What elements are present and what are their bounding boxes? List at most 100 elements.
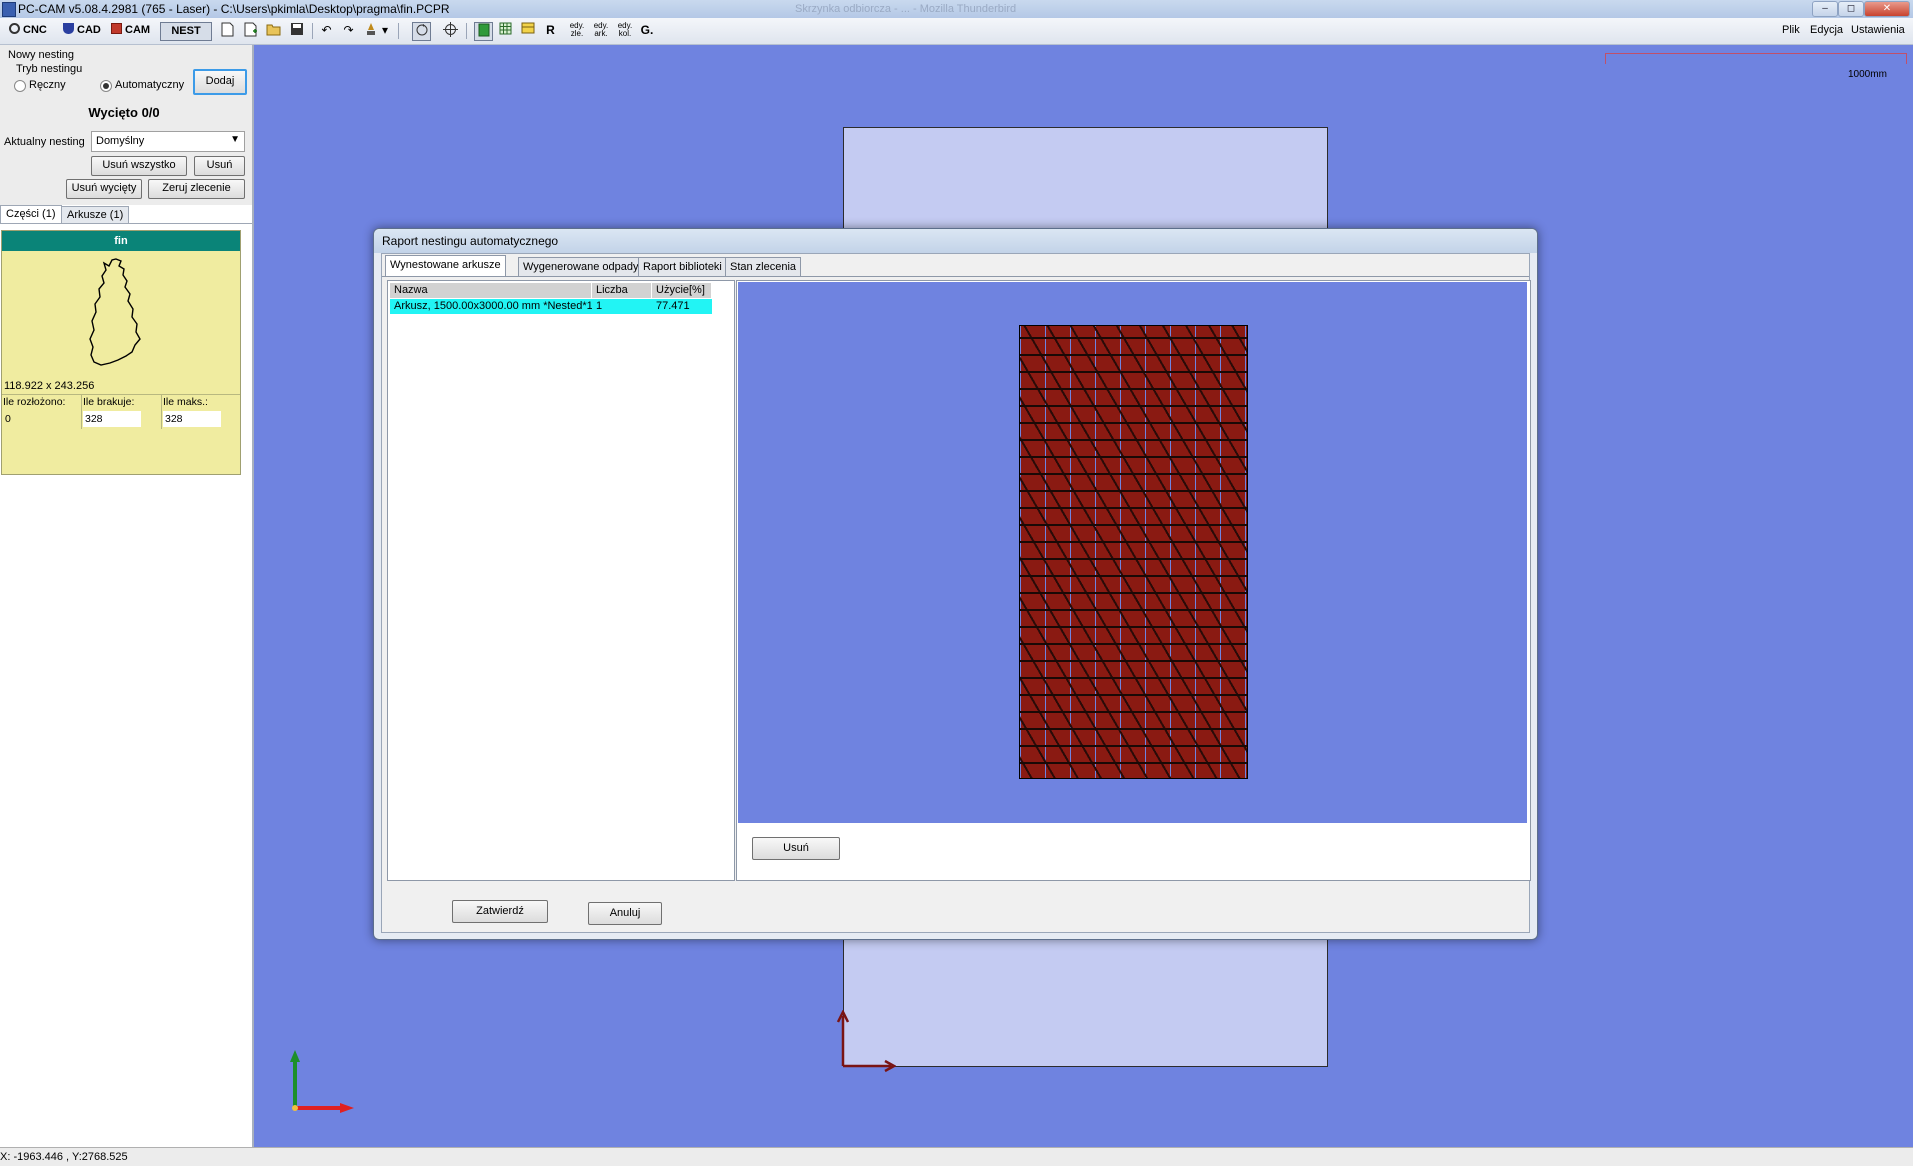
edit-sheets-button[interactable]: edy. ark. (590, 22, 612, 39)
table-row-copies[interactable]: 1 (592, 299, 652, 314)
sheet-icon[interactable] (519, 22, 536, 39)
cursor-coordinates: X: -1963.446 , Y:2768.525 (0, 1151, 128, 1163)
table-row-name[interactable]: Arkusz, 1500.00x3000.00 mm *Nested*1 (390, 299, 592, 314)
current-nesting-label: Aktualny nesting (4, 136, 85, 148)
dialog-title: Raport nestingu automatycznego (382, 234, 559, 248)
automatic-radio-label: Automatyczny (115, 79, 185, 91)
mode-cnc-button[interactable]: CNC (6, 22, 50, 39)
menu-settings[interactable]: Ustawienia (1851, 24, 1905, 36)
part-card[interactable]: fin 118.922 x 243.256 Ile rozłożono: 0 I… (1, 230, 241, 475)
toolbar-separator (466, 23, 467, 39)
new-file-icon[interactable] (219, 22, 236, 39)
scale-label: 1000mm (1848, 69, 1887, 80)
placed-count: Ile rozłożono: 0 (2, 395, 82, 429)
save-icon[interactable] (288, 22, 305, 39)
remove-sheet-button[interactable]: Usuń (752, 837, 840, 860)
g-toggle[interactable]: G. (637, 22, 657, 39)
maximize-button[interactable]: ◻ (1838, 1, 1864, 17)
tab-divider (0, 223, 252, 224)
manual-radio-label: Ręczny (29, 79, 66, 91)
column-header-name[interactable]: Nazwa (390, 283, 592, 298)
chevron-down-icon[interactable]: ▾ (380, 22, 390, 39)
tool-icon[interactable] (362, 22, 379, 39)
tab-sheets[interactable]: Arkusze (1) (61, 206, 130, 224)
tab-parts[interactable]: Części (1) (0, 205, 62, 224)
missing-count-label: Ile brakuje: (83, 396, 135, 408)
redo-icon[interactable]: ↷ (340, 22, 357, 39)
menu-file[interactable]: Plik (1782, 24, 1800, 36)
dialog-body: Wynestowane arkusze Wygenerowane odpady … (381, 253, 1531, 933)
nesting-controls: Nowy nesting Tryb nestingu Ręczny Automa… (0, 45, 252, 205)
cancel-button[interactable]: Anuluj (588, 902, 662, 925)
new-nesting-title: Nowy nesting (8, 49, 75, 61)
mode-cam-button[interactable]: CAM (108, 22, 153, 39)
remove-nesting-button[interactable]: Usuń (194, 156, 245, 176)
tab-divider (382, 276, 1529, 277)
remove-cut-button[interactable]: Usuń wycięty (66, 179, 142, 199)
scale-bar (1605, 53, 1907, 64)
tab-library-report[interactable]: Raport biblioteki (638, 257, 727, 276)
nesting-mode-label: Tryb nestingu (16, 63, 83, 75)
status-bar: X: -1963.446 , Y:2768.525 (0, 1147, 1913, 1166)
max-count-label: Ile maks.: (163, 396, 208, 408)
background-window-title: Skrzynka odbiorcza - ... - Mozilla Thund… (795, 3, 1017, 15)
sheet-preview-canvas (738, 282, 1527, 823)
automatic-radio[interactable] (100, 80, 112, 92)
cnc-icon (9, 23, 20, 34)
r-toggle[interactable]: R (542, 22, 559, 39)
rotate-view-icon[interactable] (412, 22, 431, 41)
main-toolbar: CNC CAD CAM NEST ↶ ↷ ▾ R edy. zle. edy. … (0, 18, 1913, 45)
nesting-report-dialog: Raport nestingu automatycznego Wynestowa… (373, 228, 1538, 940)
mode-nest-button[interactable]: NEST (160, 22, 212, 41)
minimize-button[interactable]: – (1812, 1, 1838, 17)
missing-count-field[interactable]: 328 (83, 411, 141, 427)
edit-collisions-button[interactable]: edy. kol. (614, 22, 636, 39)
undo-icon[interactable]: ↶ (318, 22, 335, 39)
grid-icon[interactable] (497, 22, 514, 39)
cut-status: Wycięto 0/0 (88, 105, 160, 120)
part-name: fin (2, 231, 240, 251)
new-project-icon[interactable] (242, 22, 259, 39)
nested-sheets-list[interactable]: Nazwa Liczba kopii Użycie[%] Arkusz, 150… (387, 280, 735, 881)
mode-cad-button[interactable]: CAD (60, 22, 104, 39)
sheet-origin-axes (836, 1010, 896, 1073)
chevron-down-icon: ▼ (230, 134, 240, 145)
window-title: PC-CAM v5.08.4.2981 (765 - Laser) - C:\U… (18, 2, 450, 16)
part-dimensions: 118.922 x 243.256 (4, 380, 95, 392)
confirm-button[interactable]: Zatwierdź (452, 900, 548, 923)
manual-radio[interactable] (14, 80, 26, 92)
crosshair-icon[interactable] (442, 22, 459, 39)
toolbar-separator (312, 23, 313, 39)
reset-order-button[interactable]: Zeruj zlecenie (148, 179, 245, 199)
close-button[interactable]: ✕ (1864, 1, 1910, 17)
edit-parts-button[interactable]: edy. zle. (566, 22, 588, 39)
layers-icon[interactable] (474, 22, 493, 41)
nesting-panel: Nowy nesting Tryb nestingu Ręczny Automa… (0, 45, 254, 1147)
cam-icon (111, 23, 122, 34)
placed-count-label: Ile rozłożono: (3, 396, 66, 408)
max-count: Ile maks.: 328 (162, 395, 240, 429)
remove-all-button[interactable]: Usuń wszystko (91, 156, 187, 176)
sheet-preview-panel: Usuń (736, 280, 1531, 881)
dialog-title-bar[interactable]: Raport nestingu automatycznego (374, 229, 1537, 253)
part-shape-preview (89, 258, 141, 366)
app-icon (2, 2, 16, 17)
max-count-field[interactable]: 328 (163, 411, 221, 427)
add-nesting-button[interactable]: Dodaj (193, 69, 247, 95)
placed-count-value: 0 (5, 413, 11, 425)
table-row-usage[interactable]: 77.471 (652, 299, 712, 314)
open-folder-icon[interactable] (265, 22, 282, 39)
world-axes (290, 1050, 354, 1113)
cad-icon (63, 23, 74, 34)
tab-order-status[interactable]: Stan zlecenia (725, 257, 802, 276)
current-nesting-select[interactable]: Domyślny ▼ (91, 131, 245, 152)
column-header-usage[interactable]: Użycie[%] (652, 283, 712, 298)
menu-edit[interactable]: Edycja (1810, 24, 1843, 36)
toolbar-separator (398, 23, 399, 39)
tab-generated-waste[interactable]: Wygenerowane odpady (518, 257, 644, 276)
current-nesting-value: Domyślny (96, 135, 145, 147)
column-header-copies[interactable]: Liczba kopii (592, 283, 652, 311)
tab-nested-sheets[interactable]: Wynestowane arkusze (385, 255, 506, 277)
missing-count: Ile brakuje: 328 (82, 395, 162, 429)
title-bar: PC-CAM v5.08.4.2981 (765 - Laser) - C:\U… (0, 0, 1913, 19)
